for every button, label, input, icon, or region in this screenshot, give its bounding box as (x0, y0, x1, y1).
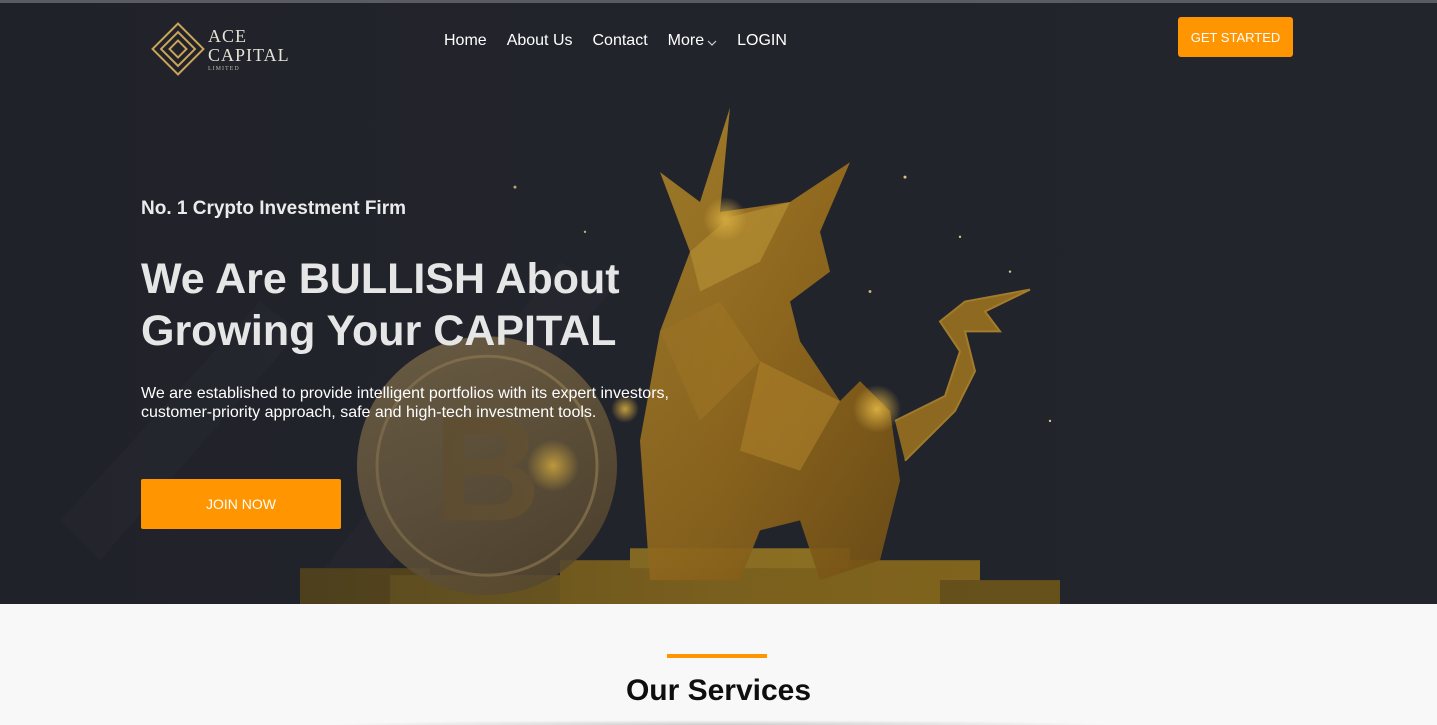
hero-lead-line-1: We are established to provide intelligen… (141, 385, 669, 402)
main-nav: Home About Us Contact More LOGIN (444, 32, 807, 50)
nav-more[interactable]: More (668, 32, 717, 50)
brand-logo[interactable]: ACE CAPITAL LIMITED (150, 19, 300, 79)
hero-headline: We Are BULLISH About Growing Your CAPITA… (141, 253, 761, 357)
nav-more-label: More (667, 32, 705, 49)
nav-about-us[interactable]: About Us (507, 32, 573, 50)
hero-lead: We are established to provide intelligen… (141, 384, 701, 422)
get-started-button[interactable]: GET STARTED (1178, 17, 1293, 57)
hero-headline-line-2: Growing Your CAPITAL (141, 307, 617, 355)
services-section: Our Services (0, 604, 1437, 725)
hero-section: B ACE CAPITAL LIMITED (0, 0, 1437, 604)
services-card-shadow (320, 720, 1120, 725)
logo-line-1: ACE (208, 25, 247, 46)
hero-lead-line-2: customer-priority approach, safe and hig… (141, 404, 597, 421)
nav-contact[interactable]: Contact (593, 32, 648, 50)
hero-headline-line-1: We Are BULLISH About (141, 255, 620, 303)
logo-diamond-icon (151, 22, 205, 76)
logo-line-2: CAPITAL (208, 44, 290, 65)
logo-wordmark: ACE CAPITAL LIMITED (208, 27, 290, 72)
chevron-down-icon (707, 40, 717, 46)
join-now-button[interactable]: JOIN NOW (141, 479, 341, 529)
nav-home[interactable]: Home (444, 32, 487, 50)
services-title: Our Services (625, 674, 812, 707)
nav-login[interactable]: LOGIN (737, 32, 787, 50)
services-accent-bar (667, 654, 767, 658)
hero-eyebrow: No. 1 Crypto Investment Firm (141, 198, 406, 219)
logo-line-3: LIMITED (208, 65, 240, 72)
